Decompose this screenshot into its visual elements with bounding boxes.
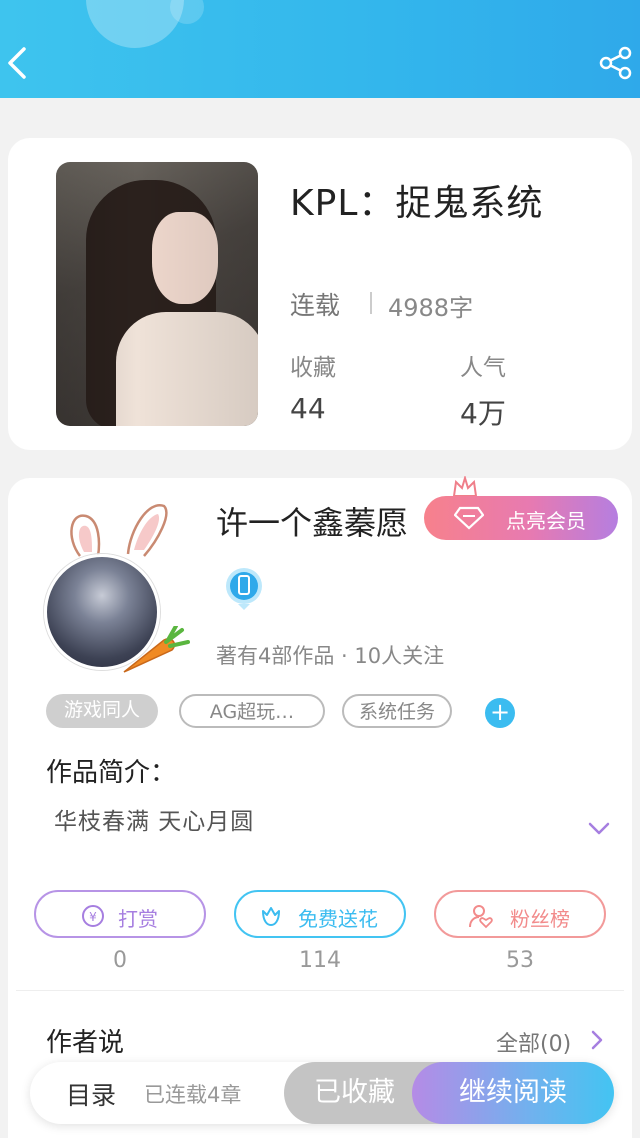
vip-button[interactable]: 点亮会员	[424, 496, 618, 540]
bottom-action-bar: 目录 已连载4章 已收藏 继续阅读	[30, 1062, 614, 1124]
share-button[interactable]	[598, 46, 634, 80]
send-flower-button[interactable]: 免费送花	[234, 890, 406, 938]
author-say-heading: 作者说	[46, 1028, 125, 1058]
send-flower-label: 免费送花	[298, 907, 378, 931]
serial-status: 连载	[290, 291, 341, 320]
flower-icon	[262, 907, 280, 926]
share-icon	[599, 46, 632, 80]
book-title: KPL：捉鬼系统	[290, 183, 544, 224]
yen-coin-icon: ¥	[82, 905, 104, 927]
bunny-ears-icon	[70, 504, 168, 557]
fan-count: 53	[506, 948, 534, 973]
book-cover[interactable]	[56, 162, 258, 426]
tag-chip[interactable]: 游戏同人	[46, 694, 158, 728]
back-button[interactable]	[4, 44, 32, 82]
intro-heading: 作品简介：	[46, 758, 177, 788]
word-count: 4988字	[388, 294, 474, 322]
fan-ranking-button[interactable]: 粉丝榜	[434, 890, 606, 938]
plus-icon: +	[489, 698, 511, 726]
tip-count: 0	[113, 948, 127, 973]
popularity-label: 人气	[460, 355, 506, 381]
author-say-all-link[interactable]: 全部(0)	[496, 1026, 571, 1058]
top-header	[0, 0, 640, 98]
tag-chip[interactable]: 系统任务	[342, 694, 452, 728]
book-info-card: KPL：捉鬼系统 连载 4988字 收藏 44 人气 4万	[8, 138, 632, 450]
favorites-label: 收藏	[290, 355, 336, 381]
author-card: 许一个鑫蓁愿 点亮会员 著有4部作品 · 10人关注 游戏同人 AG超玩… 系统…	[8, 476, 632, 1138]
vip-button-label: 点亮会员	[506, 509, 586, 533]
toc-button[interactable]: 目录	[66, 1076, 116, 1112]
flower-count: 114	[299, 948, 341, 973]
add-tag-button[interactable]: +	[485, 698, 515, 728]
chevron-right-icon[interactable]	[588, 1028, 606, 1052]
phone-badge-icon	[226, 568, 262, 610]
intro-text: 华枝春满 天心月圆	[54, 809, 255, 835]
favorites-count: 44	[290, 392, 326, 425]
svg-text:¥: ¥	[89, 910, 97, 924]
crown-icon	[452, 476, 478, 497]
author-avatar-frame[interactable]	[44, 494, 194, 673]
divider	[16, 990, 624, 991]
tag-chip[interactable]: AG超玩…	[179, 694, 325, 728]
author-stats: 著有4部作品 · 10人关注	[216, 644, 445, 668]
chevron-down-icon[interactable]	[586, 818, 612, 838]
divider	[370, 292, 372, 314]
fan-ranking-label: 粉丝榜	[510, 907, 570, 931]
tip-button[interactable]: ¥ 打赏	[34, 890, 206, 938]
diamond-icon	[454, 506, 484, 530]
author-name[interactable]: 许一个鑫蓁愿	[216, 498, 408, 544]
user-heart-icon	[469, 905, 493, 929]
chapter-count: 已连载4章	[144, 1083, 242, 1107]
tip-label: 打赏	[118, 907, 158, 931]
carrot-icon	[123, 626, 190, 673]
chevron-left-icon	[8, 47, 26, 79]
continue-reading-button[interactable]: 继续阅读	[412, 1062, 614, 1124]
popularity-count: 4万	[460, 397, 506, 430]
cover-art	[56, 162, 258, 426]
